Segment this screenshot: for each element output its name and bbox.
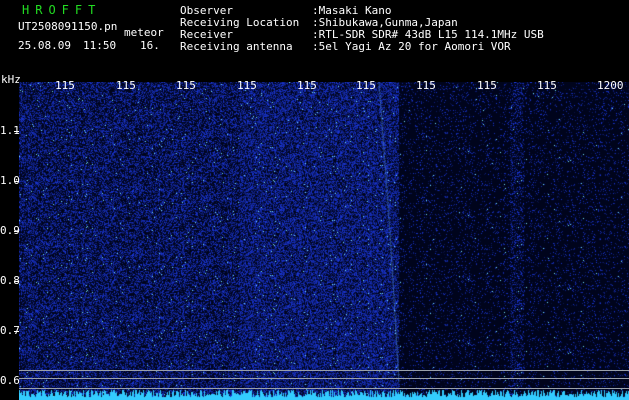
x-tick: 115 xyxy=(297,79,317,92)
record-count: 16. xyxy=(140,39,160,52)
x-tick: 115 xyxy=(176,79,196,92)
antenna-value: :5el Yagi Az 20 for Aomori VOR xyxy=(312,40,511,53)
x-tick: 115 xyxy=(55,79,75,92)
x-tick: 115 xyxy=(477,79,497,92)
reference-line xyxy=(19,370,629,371)
x-tick: 115 xyxy=(416,79,436,92)
y-tick-mark xyxy=(14,131,19,132)
app-title: HROFFT xyxy=(22,3,102,17)
reference-line xyxy=(19,378,629,379)
y-tick: 0.6 xyxy=(0,374,20,387)
record-time: 11:50 xyxy=(83,39,117,52)
antenna-label: Receiving antenna xyxy=(180,40,293,53)
hrofft-window: HROFFT UT2508091150.pn meteor 25.08.09 1… xyxy=(0,0,629,400)
spectrogram-canvas xyxy=(19,82,629,400)
record-date: 25.08.09 xyxy=(18,39,71,52)
x-tick: 1200 xyxy=(597,79,624,92)
x-tick: 115 xyxy=(537,79,557,92)
y-tick-mark xyxy=(14,231,19,232)
y-tick-mark xyxy=(14,281,19,282)
spectrogram-plot xyxy=(19,82,629,400)
file-tag: meteor xyxy=(124,26,164,39)
x-tick: 115 xyxy=(237,79,257,92)
file-name: UT2508091150.pn xyxy=(18,20,118,33)
reference-line xyxy=(19,388,629,389)
y-tick-mark xyxy=(14,181,19,182)
x-tick: 115 xyxy=(356,79,376,92)
y-tick-mark xyxy=(14,331,19,332)
x-tick: 115 xyxy=(116,79,136,92)
unit-label: kHz xyxy=(1,73,21,86)
